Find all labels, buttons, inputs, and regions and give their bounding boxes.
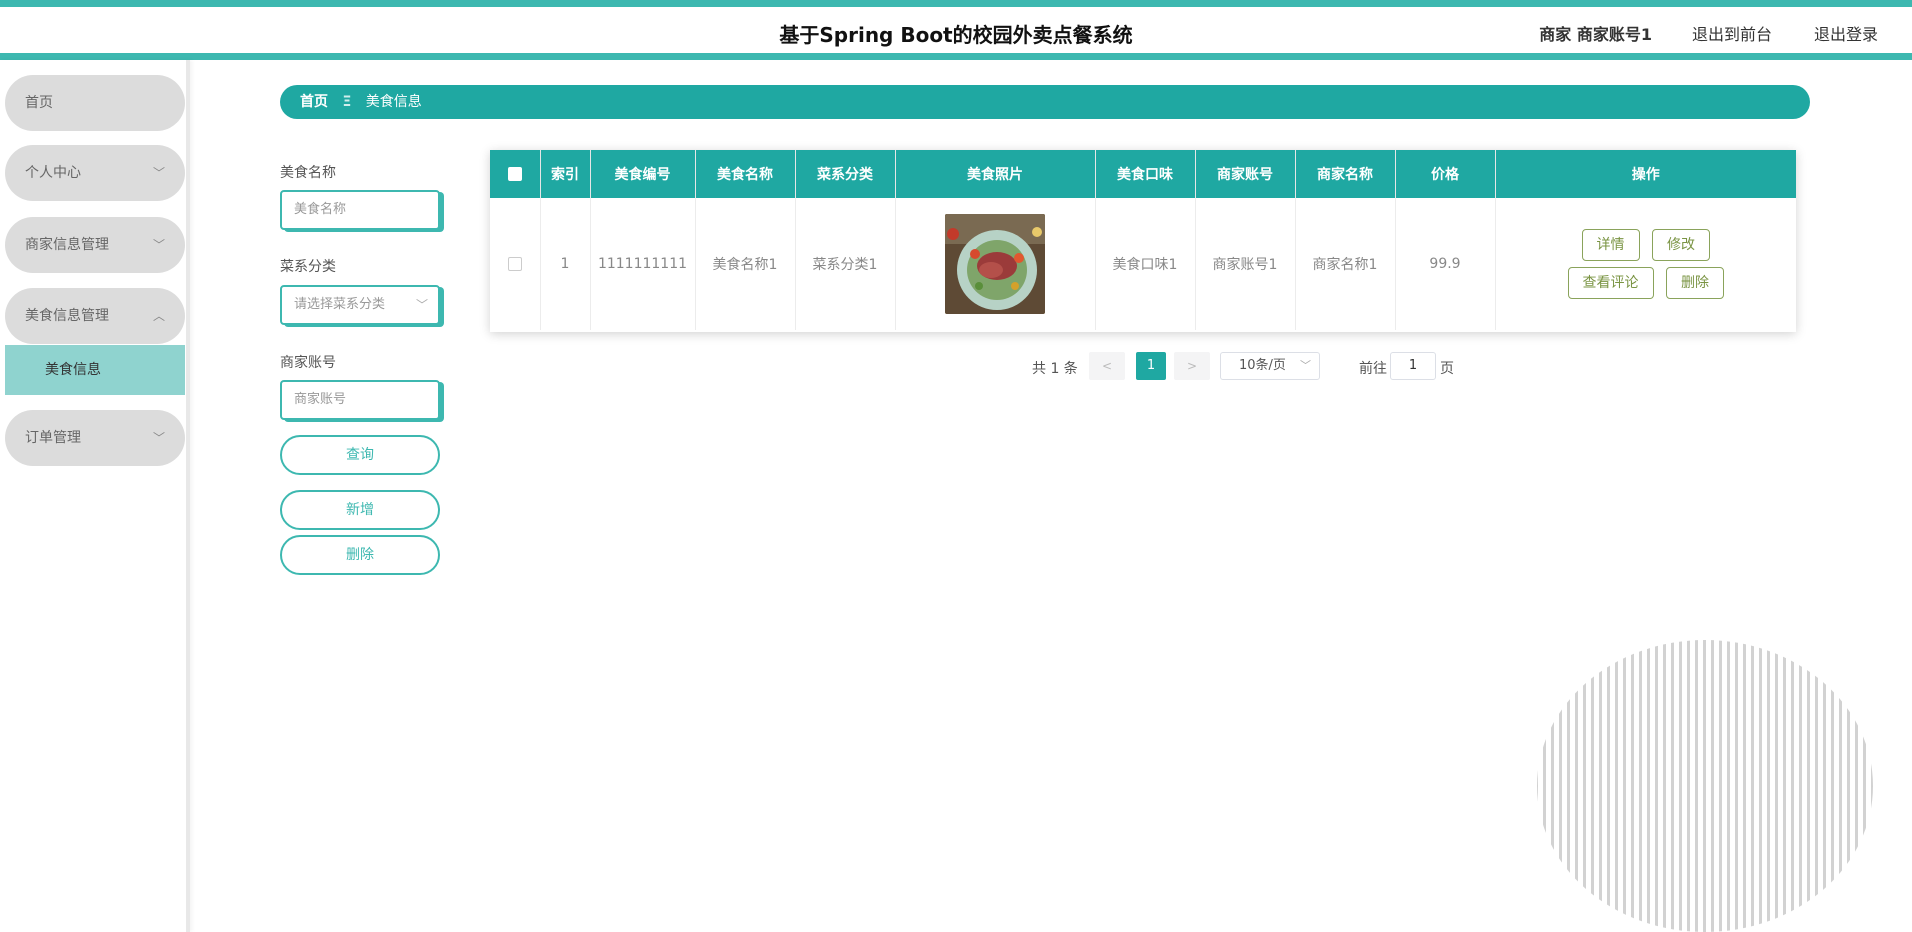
column-header: 美食编号	[590, 150, 696, 198]
pagination-total: 共 1 条	[1032, 361, 1078, 377]
column-header: 索引	[540, 150, 591, 198]
chevron-down-icon: ﹀	[1300, 359, 1311, 372]
exit-to-front-link[interactable]: 退出到前台	[1692, 21, 1772, 45]
pagination-page-label: 页	[1440, 361, 1454, 377]
column-header: 商家名称	[1295, 150, 1396, 198]
sidebar-item-label: 首页	[25, 95, 53, 111]
query-button[interactable]: 查询	[280, 435, 440, 475]
breadcrumb: 首页 Ξ 美食信息	[280, 85, 1810, 119]
pagination-jump-input[interactable]: 1	[1390, 352, 1436, 380]
delete-button[interactable]: 删除	[1665, 267, 1724, 299]
chevron-up-icon: ︿	[152, 309, 165, 323]
column-header: 价格	[1395, 150, 1496, 198]
food-photo-image[interactable]	[945, 214, 1045, 314]
page-size-value: 10条/页	[1239, 358, 1286, 373]
cell-taste: 美食口味1	[1095, 198, 1196, 330]
food-table: 索引 美食编号 美食名称 菜系分类 美食照片 美食口味 商家账号 商家名称 价格…	[490, 150, 1796, 332]
table-row: 1 1111111111 美食名称1 菜系分类1 美食口味1 商家账号1 商家名…	[490, 198, 1796, 330]
sidebar: 首页 个人中心 ﹀ 商家信息管理 ﹀ 美食信息管理 ︿ 美食信息 订单管理 ﹀	[0, 60, 190, 932]
top-header: 基于Spring Boot的校园外卖点餐系统 商家 商家账号1 退出到前台 退出…	[0, 0, 1912, 60]
food-name-placeholder: 美食名称	[294, 202, 347, 217]
cell-account: 商家账号1	[1195, 198, 1296, 330]
column-header: 美食口味	[1095, 150, 1196, 198]
column-header: 美食名称	[695, 150, 796, 198]
select-all-header	[490, 150, 541, 198]
food-name-input[interactable]: 美食名称	[280, 190, 440, 230]
batch-delete-button[interactable]: 删除	[280, 535, 440, 575]
chevron-down-icon: ﹀	[152, 166, 165, 180]
sidebar-item-food-management[interactable]: 美食信息管理 ︿	[5, 288, 185, 344]
cell-index: 1	[540, 198, 591, 330]
category-placeholder: 请选择菜系分类	[294, 297, 386, 312]
view-reviews-button[interactable]: 查看评论	[1567, 267, 1654, 299]
column-header: 美食照片	[895, 150, 1096, 198]
breadcrumb-current: 美食信息	[365, 94, 422, 110]
cell-category: 菜系分类1	[795, 198, 896, 330]
sidebar-item-label: 美食信息管理	[25, 308, 109, 324]
column-header: 操作	[1495, 150, 1796, 198]
chevron-down-icon: ﹀	[152, 431, 165, 445]
cell-name: 美食名称1	[695, 198, 796, 330]
row-checkbox[interactable]	[507, 257, 522, 271]
sidebar-item-personal-center[interactable]: 个人中心 ﹀	[5, 145, 185, 201]
column-header: 商家账号	[1195, 150, 1296, 198]
merchant-account-input[interactable]: 商家账号	[280, 380, 440, 420]
edit-button[interactable]: 修改	[1651, 229, 1710, 261]
sidebar-item-label: 商家信息管理	[25, 237, 109, 253]
sidebar-item-label: 个人中心	[25, 165, 81, 181]
select-all-checkbox[interactable]	[507, 167, 522, 181]
cell-code: 1111111111	[590, 198, 696, 330]
chevron-down-icon: ﹀	[415, 298, 428, 312]
sidebar-item-home[interactable]: 首页	[5, 75, 185, 131]
breadcrumb-home[interactable]: 首页	[300, 94, 328, 110]
cell-price: 99.9	[1395, 198, 1496, 330]
sidebar-subitem-food-info[interactable]: 美食信息	[5, 345, 185, 395]
table-header-row: 索引 美食编号 美食名称 菜系分类 美食照片 美食口味 商家账号 商家名称 价格…	[490, 150, 1796, 198]
merchant-account-placeholder: 商家账号	[294, 392, 347, 407]
food-name-label: 美食名称	[280, 165, 336, 181]
sidebar-item-order-management[interactable]: 订单管理 ﹀	[5, 410, 185, 466]
page-size-select[interactable]: 10条/页 ﹀	[1220, 352, 1320, 380]
sidebar-item-merchant-management[interactable]: 商家信息管理 ﹀	[5, 217, 185, 273]
breadcrumb-separator-icon: Ξ	[342, 94, 352, 110]
cell-photo	[895, 198, 1096, 330]
column-header: 菜系分类	[795, 150, 896, 198]
pagination-prev-button[interactable]: <	[1089, 352, 1125, 380]
decorative-stripe-circle	[1537, 640, 1873, 932]
cell-merchant: 商家名称1	[1295, 198, 1396, 330]
sidebar-subitem-label: 美食信息	[45, 362, 101, 378]
pagination-page-1[interactable]: 1	[1136, 352, 1166, 380]
logout-link[interactable]: 退出登录	[1814, 21, 1878, 45]
cell-actions: 详情 修改 查看评论 删除	[1495, 198, 1796, 330]
pagination-next-button[interactable]: >	[1174, 352, 1210, 380]
category-label: 菜系分类	[280, 259, 336, 275]
sidebar-item-label: 订单管理	[25, 430, 81, 446]
detail-button[interactable]: 详情	[1581, 229, 1640, 261]
chevron-down-icon: ﹀	[152, 238, 165, 252]
row-select-cell	[490, 198, 541, 330]
current-user: 商家 商家账号1	[1539, 25, 1652, 44]
pagination-goto-label: 前往	[1359, 361, 1387, 377]
add-button[interactable]: 新增	[280, 490, 440, 530]
merchant-account-label: 商家账号	[280, 355, 336, 371]
category-select[interactable]: 请选择菜系分类 ﹀	[280, 285, 440, 325]
